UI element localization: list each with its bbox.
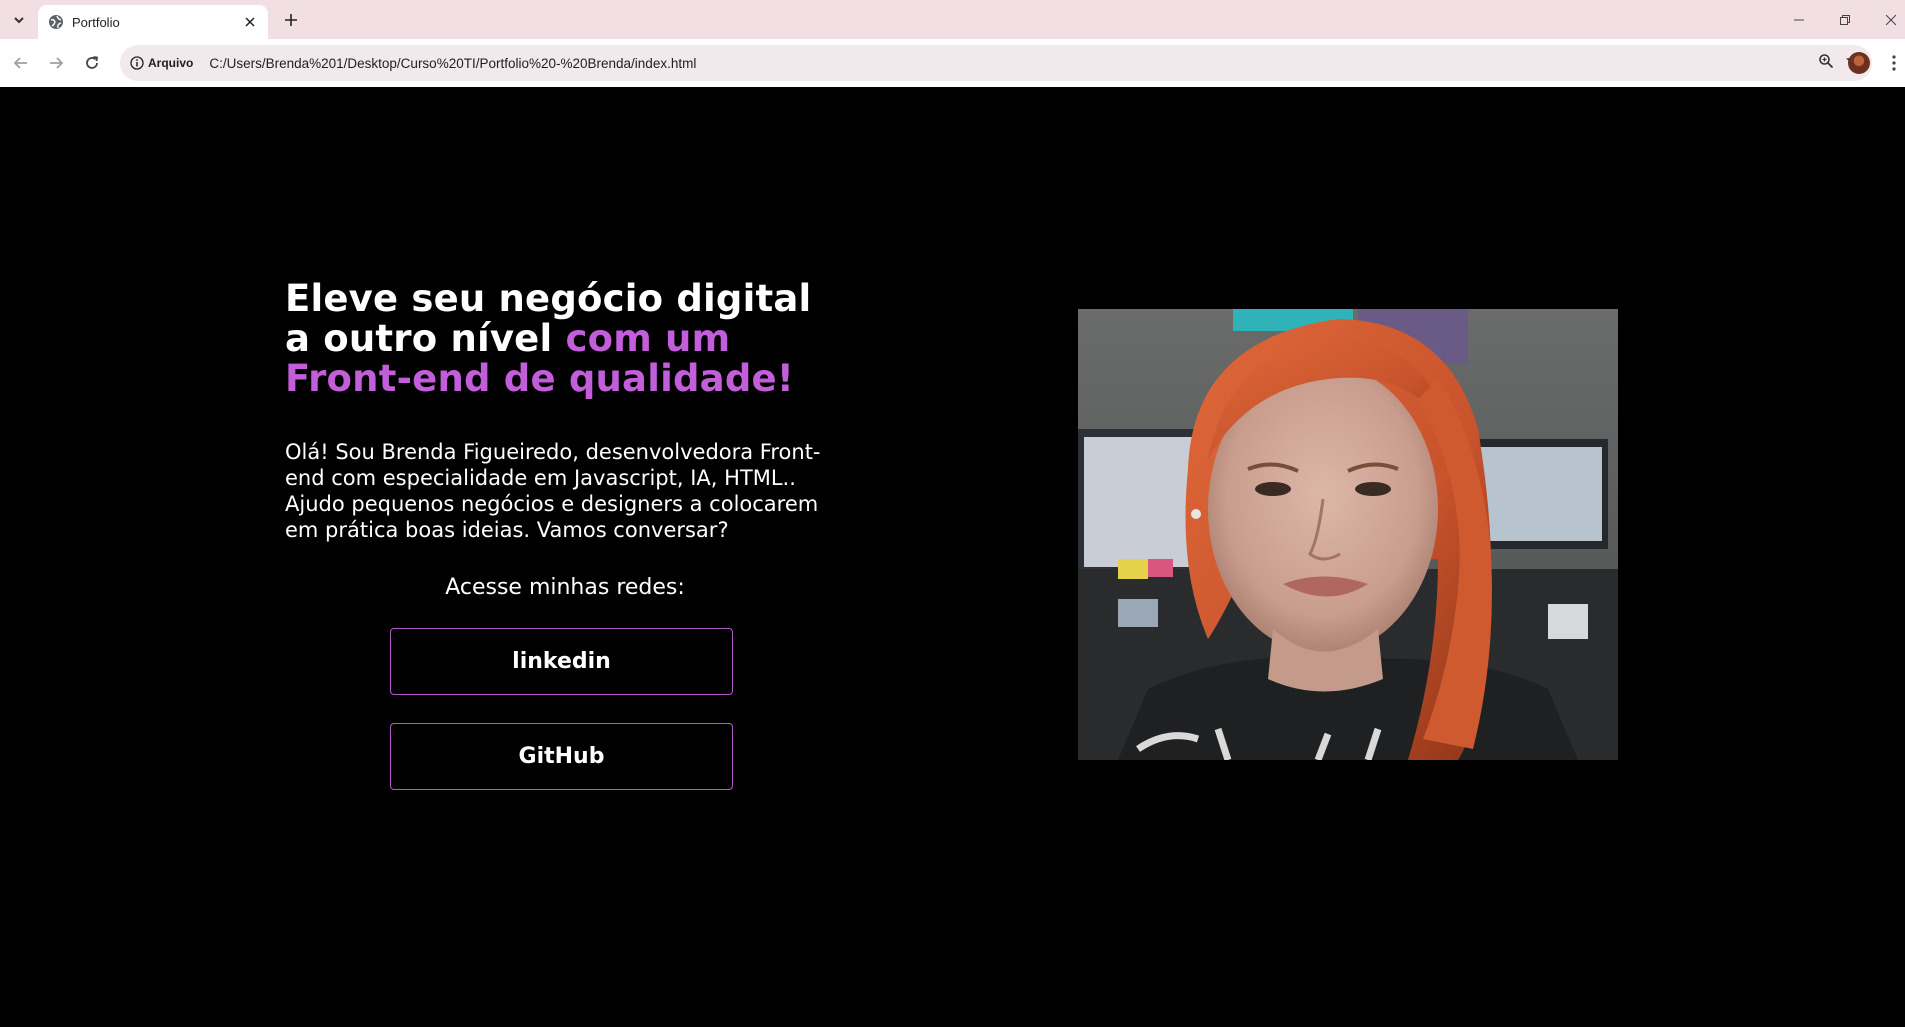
- more-menu-icon[interactable]: [1888, 51, 1900, 75]
- security-label: Arquivo: [148, 56, 194, 70]
- browser-toolbar: Arquivo C:/Users/Brenda%201/Desktop/Curs…: [0, 39, 1905, 87]
- new-tab-button[interactable]: [278, 8, 304, 32]
- close-tab-icon[interactable]: [242, 14, 258, 30]
- linkedin-button[interactable]: linkedin: [390, 628, 733, 695]
- url-text[interactable]: C:/Users/Brenda%201/Desktop/Curso%20TI/P…: [209, 56, 696, 71]
- minimize-icon[interactable]: [1776, 0, 1822, 39]
- zoom-icon[interactable]: [1818, 53, 1834, 74]
- browser-tab-bar: Portfolio: [0, 0, 1905, 39]
- site-info-chip[interactable]: Arquivo: [130, 56, 193, 70]
- profile-photo: [1078, 309, 1618, 760]
- hero-text: Eleve seu negócio digital a outro nível …: [285, 279, 845, 543]
- page-body: Eleve seu negócio digital a outro nível …: [0, 87, 1905, 1027]
- headline-white: Eleve seu negócio digital a outro nível: [285, 277, 812, 360]
- networks-label: Acesse minhas redes:: [445, 575, 685, 600]
- close-window-icon[interactable]: [1868, 0, 1905, 39]
- globe-icon: [48, 14, 64, 30]
- info-icon: [130, 56, 144, 70]
- browser-tab-active[interactable]: Portfolio: [38, 5, 268, 39]
- profile-avatar[interactable]: [1848, 52, 1870, 74]
- hero-headline: Eleve seu negócio digital a outro nível …: [285, 279, 845, 399]
- tab-title: Portfolio: [72, 14, 120, 30]
- address-bar[interactable]: Arquivo C:/Users/Brenda%201/Desktop/Curs…: [120, 45, 1872, 81]
- restore-icon[interactable]: [1822, 0, 1868, 39]
- forward-arrow-icon[interactable]: [42, 49, 70, 77]
- back-arrow-icon[interactable]: [7, 49, 35, 77]
- intro-paragraph: Olá! Sou Brenda Figueiredo, desenvolvedo…: [285, 440, 821, 542]
- reload-icon[interactable]: [78, 49, 106, 77]
- tab-search-chevron-icon[interactable]: [8, 9, 30, 31]
- github-button[interactable]: GitHub: [390, 723, 733, 790]
